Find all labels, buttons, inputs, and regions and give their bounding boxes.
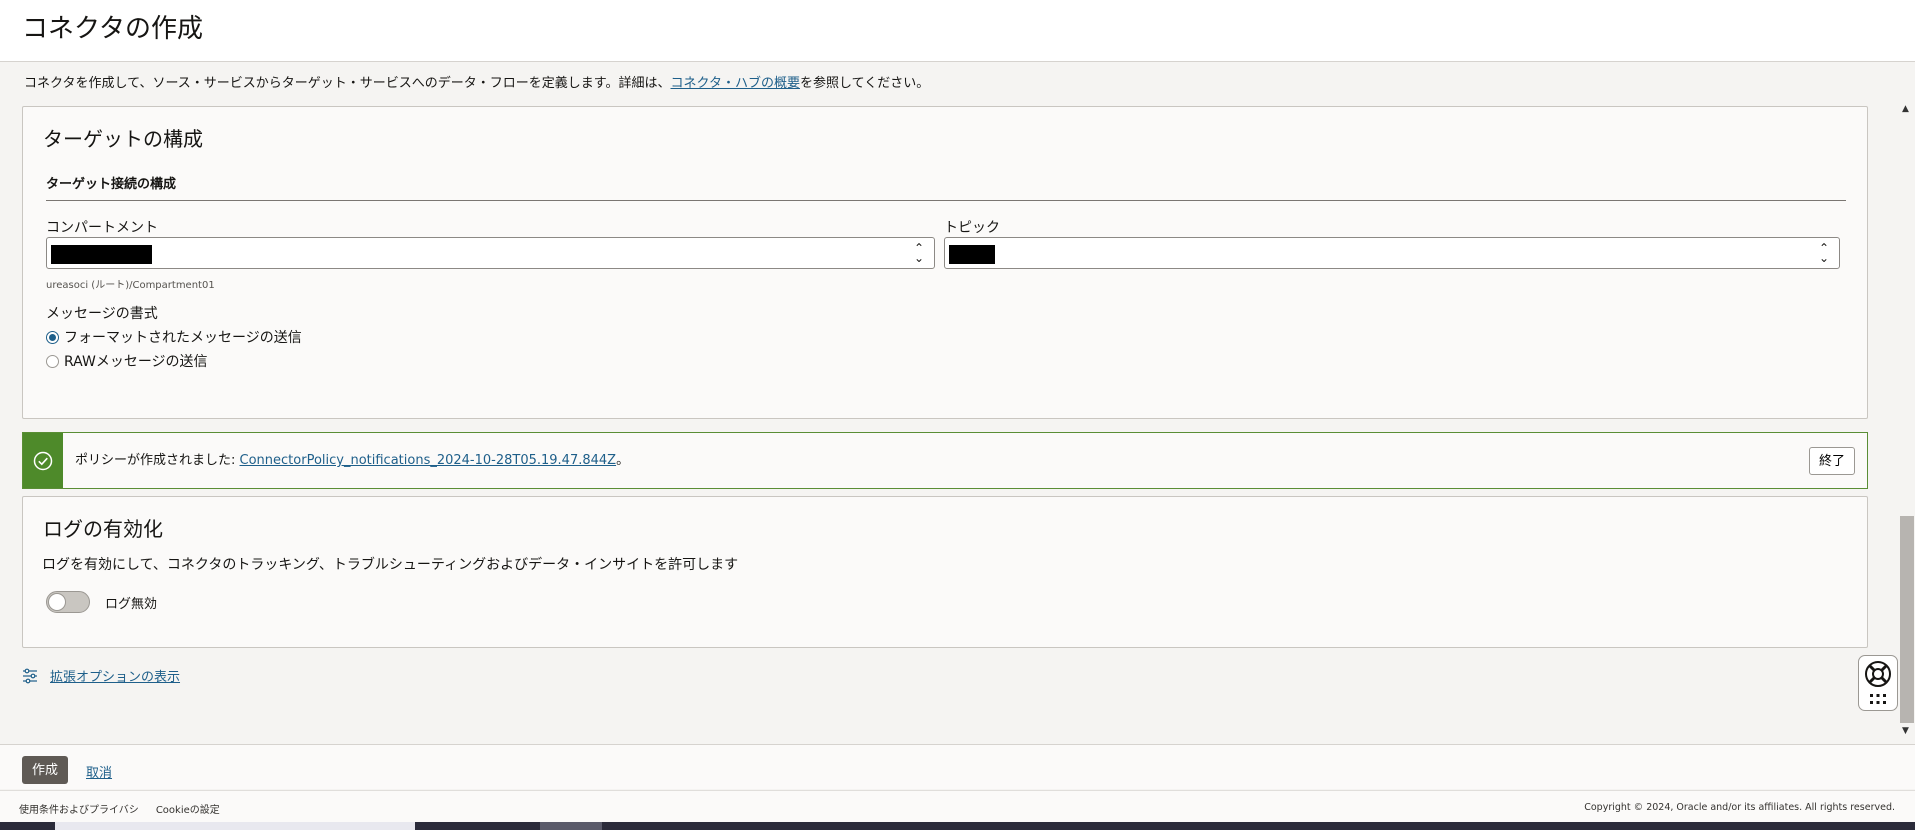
scroll-up-arrow-icon[interactable]: ▲ [1902, 104, 1909, 114]
lifebuoy-icon[interactable] [1859, 659, 1897, 689]
grid-dots-icon[interactable] [1859, 692, 1897, 708]
page-title: コネクタの作成 [22, 14, 203, 44]
sliders-icon [23, 668, 37, 683]
select-chevron-icon: ⌃ ⌄ [913, 241, 924, 265]
policy-created-banner: ポリシーが作成されました: ConnectorPolicy_notificati… [22, 432, 1868, 489]
policy-link[interactable]: ConnectorPolicy_notifications_2024-10-28… [240, 453, 617, 468]
os-taskbar [0, 822, 1915, 830]
logs-toggle[interactable] [46, 591, 90, 613]
create-button[interactable]: 作成 [22, 756, 69, 784]
check-circle-icon [33, 451, 53, 470]
enable-logs-description: ログを有効にして、コネクタのトラッキング、トラブルシューティングおよびデータ・イ… [42, 557, 739, 573]
taskbar-search-box[interactable] [55, 822, 415, 830]
topic-select[interactable]: ⌃ ⌄ [944, 237, 1840, 269]
page-description: コネクタを作成して、ソース・サービスからターゲット・サービスへのデータ・フローを… [24, 76, 930, 91]
help-widget[interactable] [1858, 655, 1898, 711]
show-advanced-options-link[interactable]: 拡張オプションの表示 [50, 666, 180, 685]
legal-footer: 使用条件およびプライバシ Cookieの設定 Copyright © 2024,… [0, 790, 1915, 822]
terms-privacy-link[interactable]: 使用条件およびプライバシ [19, 801, 139, 816]
scroll-down-arrow-icon[interactable]: ▼ [1902, 726, 1909, 736]
scrollbar-thumb[interactable] [1900, 516, 1914, 723]
toggle-knob [48, 593, 66, 611]
success-indicator [23, 433, 63, 488]
select-chevron-icon: ⌃ ⌄ [1818, 241, 1829, 265]
target-connection-section-title: ターゲット接続の構成 [46, 173, 1846, 201]
logs-toggle-label: ログ無効 [105, 597, 158, 612]
cookie-settings-link[interactable]: Cookieの設定 [156, 801, 220, 816]
redacted-value [949, 245, 995, 264]
form-actions-bar: 作成 取消 [0, 744, 1915, 789]
topic-label: トピック [944, 220, 1000, 236]
banner-close-button[interactable]: 終了 [1808, 447, 1855, 475]
connector-hub-overview-link[interactable]: コネクタ・ハブの概要 [671, 76, 800, 91]
radio-unchecked-icon[interactable] [46, 354, 59, 368]
target-config-title: ターゲットの構成 [43, 127, 203, 151]
target-config-panel: ターゲットの構成 ターゲット接続の構成 コンパートメント ⌃ ⌄ ureasoci… [22, 106, 1868, 419]
compartment-hint: ureasoci (ルート)/Compartment01 [46, 280, 215, 291]
legal-links: 使用条件およびプライバシ Cookieの設定 [19, 801, 220, 816]
compartment-select[interactable]: ⌃ ⌄ [46, 237, 935, 269]
enable-logs-panel: ログの有効化 ログを有効にして、コネクタのトラッキング、トラブルシューティングお… [22, 496, 1868, 648]
cancel-link[interactable]: 取消 [86, 762, 112, 781]
advanced-options[interactable]: 拡張オプションの表示 [22, 666, 180, 685]
banner-message: ポリシーが作成されました: ConnectorPolicy_notificati… [75, 453, 630, 468]
taskbar-app-button[interactable] [540, 822, 602, 830]
radio-formatted-message[interactable]: フォーマットされたメッセージの送信 [46, 327, 302, 347]
redacted-value [51, 245, 152, 264]
compartment-label: コンパートメント [46, 220, 158, 236]
copyright-text: Copyright © 2024, Oracle and/or its affi… [1584, 802, 1895, 813]
enable-logs-title: ログの有効化 [43, 517, 163, 541]
page-header: コネクタの作成 [0, 0, 1915, 62]
message-format-label: メッセージの書式 [46, 306, 158, 322]
radio-raw-message[interactable]: RAWメッセージの送信 [46, 351, 208, 371]
radio-checked-icon[interactable] [46, 330, 59, 344]
